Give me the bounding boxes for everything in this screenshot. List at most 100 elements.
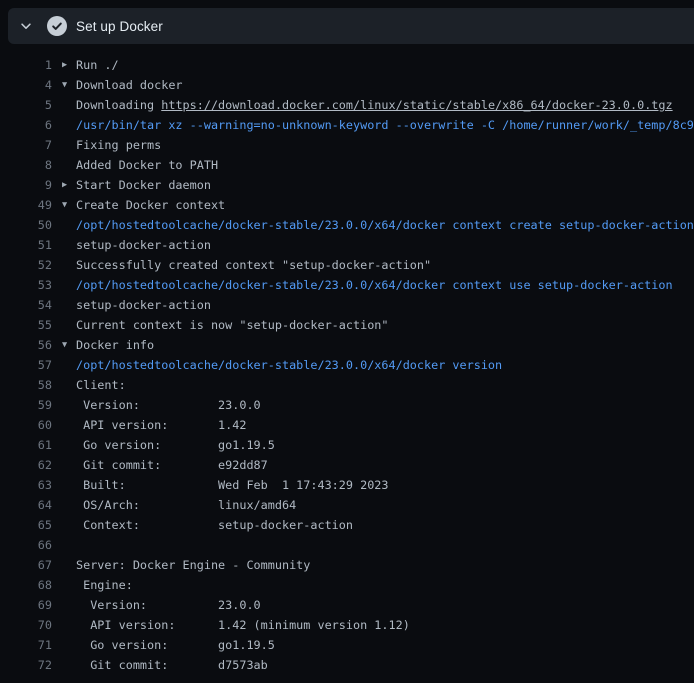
line-number[interactable]: 59 <box>0 395 52 415</box>
log-row[interactable]: 6/usr/bin/tar xz --warning=no-unknown-ke… <box>0 115 694 135</box>
log-text: OS/Arch: linux/amd64 <box>76 495 694 515</box>
log-command-text: /opt/hostedtoolcache/docker-stable/23.0.… <box>76 215 694 235</box>
chevron-down-icon[interactable] <box>18 18 34 34</box>
log-row[interactable]: 5 Downloading https://download.docker.com… <box>0 95 694 115</box>
log-text: Added Docker to PATH <box>76 155 694 175</box>
log-row[interactable]: 63 Built: Wed Feb 1 17:43:29 2023 <box>0 475 694 495</box>
log-text: Successfully created context "setup-dock… <box>76 255 694 275</box>
line-number[interactable]: 52 <box>0 255 52 275</box>
group-chevron-down-icon[interactable]: ▼ <box>62 335 76 355</box>
log-row[interactable]: 59 Version: 23.0.0 <box>0 395 694 415</box>
step-title: Set up Docker <box>76 19 163 34</box>
log-text: Downloading https://download.docker.com/… <box>76 95 694 115</box>
log-row[interactable]: 64 OS/Arch: linux/amd64 <box>0 495 694 515</box>
line-number[interactable]: 8 <box>0 155 52 175</box>
line-number[interactable]: 57 <box>0 355 52 375</box>
log-row[interactable]: 67 Server: Docker Engine - Community <box>0 555 694 575</box>
group-chevron-right-icon[interactable]: ▶ <box>62 175 76 195</box>
line-number[interactable]: 62 <box>0 455 52 475</box>
line-number[interactable]: 58 <box>0 375 52 395</box>
group-chevron-down-icon[interactable]: ▼ <box>62 195 76 215</box>
line-number[interactable]: 1 <box>0 55 52 75</box>
check-circle-icon <box>47 16 67 36</box>
log-row[interactable]: 70 API version: 1.42 (minimum version 1.… <box>0 615 694 635</box>
log-row[interactable]: 7 Fixing perms <box>0 135 694 155</box>
line-number[interactable]: 61 <box>0 435 52 455</box>
line-number[interactable]: 9 <box>0 175 52 195</box>
log-text: Git commit: d7573ab <box>76 655 694 675</box>
log-text: Server: Docker Engine - Community <box>76 555 694 575</box>
log-row[interactable]: 1 ▶Run ./ <box>0 55 694 75</box>
log-row[interactable]: 55 Current context is now "setup-docker-a… <box>0 315 694 335</box>
log-link[interactable]: https://download.docker.com/linux/static… <box>161 98 672 112</box>
actions-log-viewer: Set up Docker 1▶Run ./4▼Download docker5… <box>0 0 694 683</box>
log-text: Go version: go1.19.5 <box>76 435 694 455</box>
log-row[interactable]: 53/opt/hostedtoolcache/docker-stable/23.… <box>0 275 694 295</box>
log-text: Fixing perms <box>76 135 694 155</box>
line-number[interactable]: 5 <box>0 95 52 115</box>
line-number[interactable]: 53 <box>0 275 52 295</box>
line-number[interactable]: 68 <box>0 575 52 595</box>
line-number[interactable]: 65 <box>0 515 52 535</box>
log-text: Run ./ <box>76 55 694 75</box>
step-header[interactable]: Set up Docker <box>8 8 694 44</box>
log-row[interactable]: 69 Version: 23.0.0 <box>0 595 694 615</box>
line-number[interactable]: 49 <box>0 195 52 215</box>
line-number[interactable]: 71 <box>0 635 52 655</box>
log-row[interactable]: 65 Context: setup-docker-action <box>0 515 694 535</box>
log-row[interactable]: 72 Git commit: d7573ab <box>0 655 694 675</box>
log-text: Built: Wed Feb 1 17:43:29 2023 <box>76 475 694 495</box>
line-number[interactable]: 6 <box>0 115 52 135</box>
log-row[interactable]: 8 Added Docker to PATH <box>0 155 694 175</box>
log-row[interactable]: 4▼Download docker <box>0 75 694 95</box>
log-row[interactable]: 66 <box>0 535 694 555</box>
log-row[interactable]: 52 Successfully created context "setup-do… <box>0 255 694 275</box>
log-row[interactable]: 49 ▼Create Docker context <box>0 195 694 215</box>
log-text: API version: 1.42 (minimum version 1.12) <box>76 615 694 635</box>
log-row[interactable]: 62 Git commit: e92dd87 <box>0 455 694 475</box>
line-number[interactable]: 66 <box>0 535 52 555</box>
line-number[interactable]: 50 <box>0 215 52 235</box>
log-text: API version: 1.42 <box>76 415 694 435</box>
group-chevron-down-icon[interactable]: ▼ <box>62 75 76 95</box>
log-text: Go version: go1.19.5 <box>76 635 694 655</box>
log-text: Current context is now "setup-docker-act… <box>76 315 694 335</box>
log-row[interactable]: 50/opt/hostedtoolcache/docker-stable/23.… <box>0 215 694 235</box>
log-row[interactable]: 51setup-docker-action <box>0 235 694 255</box>
log-row[interactable]: 68 Engine: <box>0 575 694 595</box>
log-command-text: /usr/bin/tar xz --warning=no-unknown-key… <box>76 115 694 135</box>
log-row[interactable]: 61 Go version: go1.19.5 <box>0 435 694 455</box>
line-number[interactable]: 56 <box>0 335 52 355</box>
group-chevron-right-icon[interactable]: ▶ <box>62 55 76 75</box>
log-row[interactable]: 9 ▶Start Docker daemon <box>0 175 694 195</box>
log-row[interactable]: 56 ▼Docker info <box>0 335 694 355</box>
log-text: Version: 23.0.0 <box>76 595 694 615</box>
line-number[interactable]: 63 <box>0 475 52 495</box>
log-row[interactable]: 57/opt/hostedtoolcache/docker-stable/23.… <box>0 355 694 375</box>
line-number[interactable]: 64 <box>0 495 52 515</box>
line-number[interactable]: 54 <box>0 295 52 315</box>
log-text: Git commit: e92dd87 <box>76 455 694 475</box>
log-row[interactable]: 54 setup-docker-action <box>0 295 694 315</box>
log-row[interactable]: 60 API version: 1.42 <box>0 415 694 435</box>
line-number[interactable]: 7 <box>0 135 52 155</box>
log-text: Start Docker daemon <box>76 175 694 195</box>
log-text: Docker info <box>76 335 694 355</box>
line-number[interactable]: 60 <box>0 415 52 435</box>
line-number[interactable]: 69 <box>0 595 52 615</box>
line-number[interactable]: 4 <box>0 75 52 95</box>
log-row[interactable]: 71 Go version: go1.19.5 <box>0 635 694 655</box>
line-number[interactable]: 67 <box>0 555 52 575</box>
line-number[interactable]: 70 <box>0 615 52 635</box>
log-command-text: /opt/hostedtoolcache/docker-stable/23.0.… <box>76 275 694 295</box>
log-text: setup-docker-action <box>76 295 694 315</box>
log-rows: 1▶Run ./4▼Download docker5Downloading ht… <box>0 44 694 683</box>
log-command-text: /opt/hostedtoolcache/docker-stable/23.0.… <box>76 355 694 375</box>
log-text: Context: setup-docker-action <box>76 515 694 535</box>
line-number[interactable]: 72 <box>0 655 52 675</box>
line-number[interactable]: 51 <box>0 235 52 255</box>
log-row[interactable]: 58Client: <box>0 375 694 395</box>
line-number[interactable]: 55 <box>0 315 52 335</box>
log-text: Create Docker context <box>76 195 694 215</box>
log-text: Engine: <box>76 575 694 595</box>
